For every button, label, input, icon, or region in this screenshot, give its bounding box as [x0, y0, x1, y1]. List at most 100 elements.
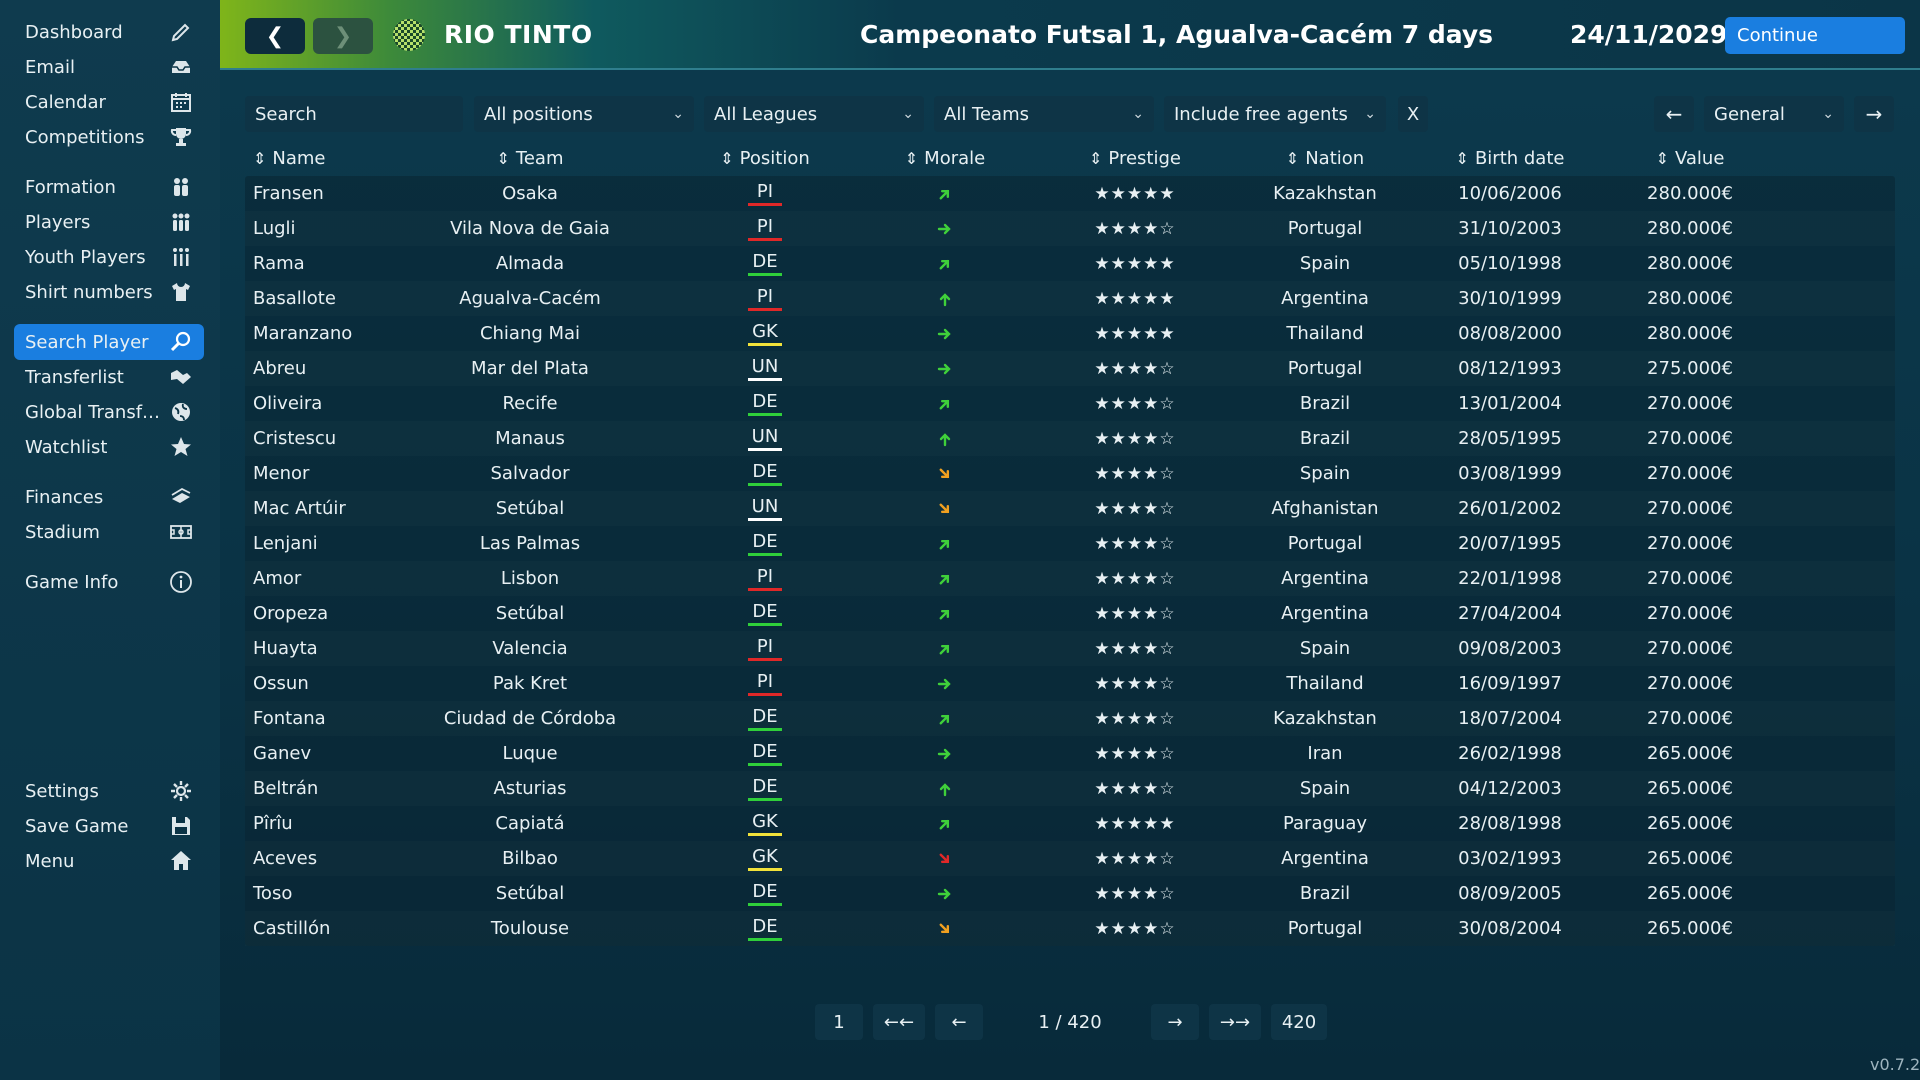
sidebar-item-settings[interactable]: Settings	[14, 773, 204, 809]
free-agents-dropdown[interactable]: Include free agents ⌄	[1164, 96, 1386, 132]
player-birth-date: 08/08/2000	[1458, 323, 1562, 344]
sidebar-item-finances[interactable]: Finances	[14, 479, 204, 515]
player-value: 280.000€	[1647, 218, 1733, 239]
table-row[interactable]: Lenjani Las Palmas DE ★★★★☆ Portugal 20/07/19…	[245, 526, 1895, 561]
first-page-number-button[interactable]: 1	[815, 1004, 863, 1040]
continue-button[interactable]: Continue	[1725, 17, 1905, 54]
table-row[interactable]: Amor Lisbon PI ★★★★☆ Argentina 22/01/1998 270.…	[245, 561, 1895, 596]
sidebar-item-dashboard[interactable]: Dashboard	[14, 14, 204, 50]
table-row[interactable]: Pîrîu Capiatá GK ★★★★★ Paraguay 28/08/1998 265…	[245, 806, 1895, 841]
table-row[interactable]: Cristescu Manaus UN ★★★★☆ Brazil 28/05/1995 27…	[245, 421, 1895, 456]
player-team: Asturias	[493, 778, 567, 799]
table-row[interactable]: Fransen Osaka PI ★★★★★ Kazakhstan 10/06/2006 2…	[245, 176, 1895, 211]
sidebar-item-label: Formation	[25, 176, 116, 198]
sidebar-item-watchlist[interactable]: Watchlist	[14, 429, 204, 465]
view-dropdown[interactable]: General ⌄	[1704, 96, 1844, 132]
player-table: ⇕ Name ⇕ Team ⇕ Position ⇕ Morale ⇕ Prestige ⇕ Nati…	[245, 140, 1895, 946]
table-row[interactable]: Maranzano Chiang Mai GK ★★★★★ Thailand 08/08/…	[245, 316, 1895, 351]
player-birth-date: 16/09/1997	[1458, 673, 1562, 694]
table-row[interactable]: Oropeza Setúbal DE ★★★★☆ Argentina 27/04/2004…	[245, 596, 1895, 631]
sidebar-item-players[interactable]: Players	[14, 204, 204, 240]
gear-icon	[168, 778, 194, 804]
view-next-button[interactable]: →	[1854, 96, 1894, 132]
teams-dropdown[interactable]: All Teams ⌄	[934, 96, 1154, 132]
table-row[interactable]: Aceves Bilbao GK ★★★★☆ Argentina 03/02/1993 26…	[245, 841, 1895, 876]
stadium-icon	[168, 519, 194, 545]
morale-arrow-icon	[939, 644, 950, 654]
column-header-nation[interactable]: ⇕ Nation	[1265, 140, 1385, 176]
table-row[interactable]: Ganev Luque DE ★★★★☆ Iran 26/02/1998 265.000€	[245, 736, 1895, 771]
leagues-dropdown[interactable]: All Leagues ⌄	[704, 96, 924, 132]
table-row[interactable]: Rama Almada DE ★★★★★ Spain 05/10/1998 280.000€	[245, 246, 1895, 281]
sidebar-item-menu[interactable]: Menu	[14, 843, 204, 879]
player-position: PI	[715, 631, 815, 666]
player-nation: Portugal	[1287, 358, 1363, 379]
first-page-button[interactable]: ←←	[873, 1004, 925, 1040]
player-position: DE	[715, 701, 815, 736]
table-row[interactable]: Ossun Pak Kret PI ★★★★☆ Thailand 16/09/1997 27…	[245, 666, 1895, 701]
position-badge: DE	[748, 776, 782, 801]
column-header-value[interactable]: ⇕ Value	[1640, 140, 1740, 176]
sidebar-item-calendar[interactable]: Calendar	[14, 84, 204, 120]
player-nation: Kazakhstan	[1273, 183, 1377, 204]
clear-filters-button[interactable]: X	[1398, 96, 1428, 132]
position-badge: UN	[748, 356, 782, 381]
table-row[interactable]: Beltrán Asturias DE ★★★★☆ Spain 04/12/2003 265…	[245, 771, 1895, 806]
view-prev-button[interactable]: ←	[1654, 96, 1694, 132]
position-badge: GK	[748, 846, 782, 871]
last-page-button[interactable]: →→	[1209, 1004, 1261, 1040]
view-dropdown-label: General	[1714, 103, 1785, 125]
sidebar-item-label: Email	[25, 56, 75, 78]
sidebar-item-search-player[interactable]: Search Player	[14, 324, 204, 360]
prestige-stars: ★★★★★	[1094, 288, 1176, 309]
sidebar-item-label: Watchlist	[25, 436, 108, 458]
back-button[interactable]: ❮	[245, 18, 305, 54]
player-prestige: ★★★★☆	[1065, 841, 1205, 876]
sidebar-item-email[interactable]: Email	[14, 49, 204, 85]
sidebar-item-label: Menu	[25, 850, 75, 872]
table-row[interactable]: Abreu Mar del Plata UN ★★★★☆ Portugal 08/12/1…	[245, 351, 1895, 386]
table-row[interactable]: Fontana Ciudad de Córdoba DE ★★★★☆ Kazakhsta…	[245, 701, 1895, 736]
column-header-label: Value	[1674, 147, 1725, 169]
player-value: 265.000€	[1647, 778, 1733, 799]
table-row[interactable]: Castillón Toulouse DE ★★★★☆ Portugal 30/08/20…	[245, 911, 1895, 946]
sidebar-item-save-game[interactable]: Save Game	[14, 808, 204, 844]
column-header-morale[interactable]: ⇕ Morale	[905, 140, 985, 176]
column-header-prestige[interactable]: ⇕ Prestige	[1065, 140, 1205, 176]
column-header-team[interactable]: ⇕ Team	[405, 140, 655, 176]
player-nation: Brazil	[1299, 428, 1351, 449]
search-input[interactable]	[245, 96, 463, 132]
sidebar-item-youth-players[interactable]: Youth Players	[14, 239, 204, 275]
table-row[interactable]: Huayta Valencia PI ★★★★☆ Spain 09/08/2003 270.…	[245, 631, 1895, 666]
sidebar-item-label: Competitions	[25, 126, 145, 148]
next-page-button[interactable]: →	[1151, 1004, 1199, 1040]
sidebar-item-shirt-numbers[interactable]: Shirt numbers	[14, 274, 204, 310]
prev-page-button[interactable]: ←	[935, 1004, 983, 1040]
sidebar-item-competitions[interactable]: Competitions	[14, 119, 204, 155]
column-header-birth-date[interactable]: ⇕ Birth date	[1456, 140, 1565, 176]
table-row[interactable]: Toso Setúbal DE ★★★★☆ Brazil 08/09/2005 265.00…	[245, 876, 1895, 911]
table-row[interactable]: Mac Artúir Setúbal UN ★★★★☆ Afghanistan 26/01…	[245, 491, 1895, 526]
player-value: 270.000€	[1647, 428, 1733, 449]
sidebar-item-game-info[interactable]: Game Info	[14, 564, 204, 600]
column-header-position[interactable]: ⇕ Position	[715, 140, 815, 176]
table-row[interactable]: Basallote Agualva-Cacém PI ★★★★★ Argentina 30…	[245, 281, 1895, 316]
sidebar-item-transferlist[interactable]: Transferlist	[14, 359, 204, 395]
player-team: Ciudad de Córdoba	[443, 708, 617, 729]
sidebar-item-global-transfe[interactable]: Global Transfe...	[14, 394, 204, 430]
forward-button[interactable]: ❯	[313, 18, 373, 54]
table-row[interactable]: Oliveira Recife DE ★★★★☆ Brazil 13/01/2004 270…	[245, 386, 1895, 421]
prestige-stars: ★★★★☆	[1094, 428, 1176, 449]
table-row[interactable]: Menor Salvador DE ★★★★☆ Spain 03/08/1999 270.0…	[245, 456, 1895, 491]
player-nation: Spain	[1299, 463, 1351, 484]
player-prestige: ★★★★★	[1065, 806, 1205, 841]
globe-icon	[168, 399, 194, 425]
last-page-number-button[interactable]: 420	[1271, 1004, 1327, 1040]
sidebar-item-formation[interactable]: Formation	[14, 169, 204, 205]
player-nation: Afghanistan	[1271, 498, 1379, 519]
sidebar-item-stadium[interactable]: Stadium	[14, 514, 204, 550]
player-value: 265.000€	[1647, 918, 1733, 939]
table-row[interactable]: Lugli Vila Nova de Gaia PI ★★★★☆ Portugal 31/…	[245, 211, 1895, 246]
positions-dropdown[interactable]: All positions ⌄	[474, 96, 694, 132]
sidebar-item-label: Global Transfe...	[25, 401, 169, 423]
